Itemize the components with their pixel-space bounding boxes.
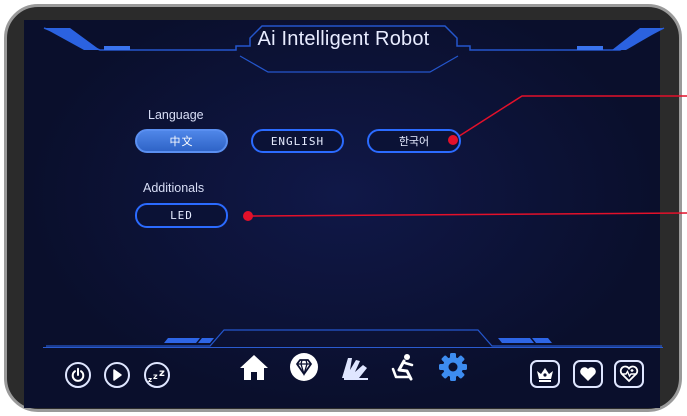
crown-button[interactable] <box>530 360 560 388</box>
play-icon <box>113 369 122 381</box>
sleep-button[interactable]: z z z <box>144 362 170 388</box>
home-icon <box>240 355 268 380</box>
page-title: Ai Intelligent Robot <box>257 28 430 50</box>
play-button[interactable] <box>104 362 130 388</box>
health-button[interactable] <box>614 360 644 388</box>
diamond-button[interactable] <box>287 350 321 384</box>
heart-icon <box>580 367 596 381</box>
callout-dot-led <box>243 211 253 221</box>
additionals-label: Additionals <box>143 181 205 195</box>
seat-icon <box>391 354 414 381</box>
home-button[interactable] <box>237 350 271 384</box>
recline-icon <box>342 358 368 380</box>
svg-text:z: z <box>153 372 158 381</box>
settings-button[interactable] <box>436 350 470 384</box>
crown-icon <box>537 368 553 382</box>
heart-health-icon <box>619 365 639 383</box>
power-button[interactable] <box>65 362 91 388</box>
power-icon <box>71 367 85 382</box>
svg-text:z: z <box>159 368 165 379</box>
callout-dot-language <box>448 135 458 145</box>
heart-button[interactable] <box>573 360 603 388</box>
language-korean-button[interactable]: 한국어 <box>367 129 461 153</box>
gear-icon <box>439 353 467 381</box>
led-button[interactable]: LED <box>135 203 228 228</box>
language-english-button[interactable]: ENGLISH <box>251 129 344 153</box>
svg-text:z: z <box>148 376 152 383</box>
language-label: Language <box>148 108 204 122</box>
diamond-icon <box>290 353 318 381</box>
seat-button[interactable] <box>386 350 420 384</box>
sleep-icon: z z z <box>148 368 165 383</box>
recline-button[interactable] <box>338 350 372 384</box>
language-chinese-button[interactable]: 中文 <box>135 129 228 153</box>
